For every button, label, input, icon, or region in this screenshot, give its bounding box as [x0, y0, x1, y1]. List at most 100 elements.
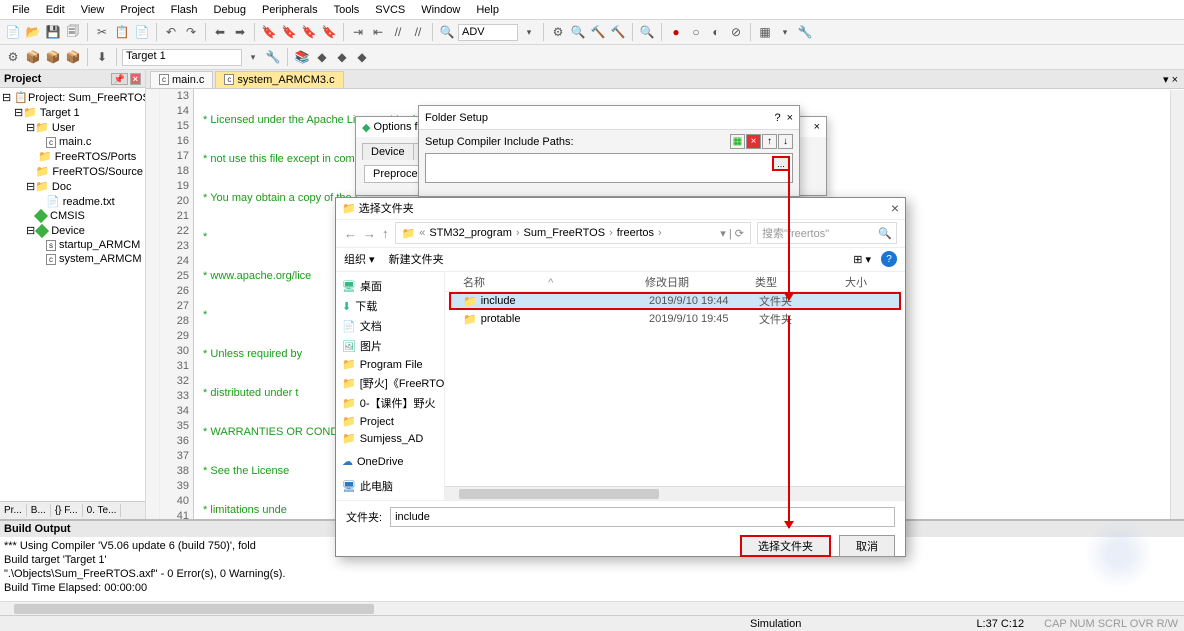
options-tab-device[interactable]: Device: [362, 143, 413, 160]
tab-books[interactable]: B...: [27, 504, 51, 517]
editor-close-icon[interactable]: ×: [1172, 74, 1178, 86]
tree-target[interactable]: ⊟ 📁Target 1: [2, 105, 143, 120]
record-icon[interactable]: ●: [667, 23, 685, 41]
bottom-scrollbar[interactable]: [0, 601, 1184, 615]
bookmark-next-icon[interactable]: 🔖: [280, 23, 298, 41]
menu-debug[interactable]: Debug: [206, 2, 254, 18]
bookmark-clear-icon[interactable]: 🔖: [320, 23, 338, 41]
tree-system[interactable]: csystem_ARMCM: [2, 252, 143, 266]
open-icon[interactable]: 📂: [24, 23, 42, 41]
options-icon[interactable]: 🔧: [264, 48, 282, 66]
breakpoint-clear-icon[interactable]: ⊘: [727, 23, 745, 41]
zoom-icon[interactable]: 🔍: [638, 23, 656, 41]
menu-svcs[interactable]: SVCS: [367, 2, 413, 18]
undo-icon[interactable]: ↶: [162, 23, 180, 41]
rebuild-icon[interactable]: 🔨: [609, 23, 627, 41]
side-yehuo[interactable]: 📁[野火]《FreeRTO: [336, 373, 444, 393]
tab-main-c[interactable]: cmain.c: [150, 71, 213, 88]
new-path-icon[interactable]: ▦: [730, 134, 745, 149]
breakpoint-disable-icon[interactable]: ◐: [707, 23, 725, 41]
move-up-icon[interactable]: ↑: [762, 134, 777, 149]
nav-back-icon[interactable]: ⬅: [211, 23, 229, 41]
target-dropdown-icon[interactable]: ▾: [244, 48, 262, 66]
rebuild-target-icon[interactable]: 📦: [44, 48, 62, 66]
window-dropdown-icon[interactable]: ▾: [776, 23, 794, 41]
translate-icon[interactable]: ⚙: [4, 48, 22, 66]
find-combo[interactable]: [458, 24, 518, 41]
books-icon[interactable]: ◆: [353, 48, 371, 66]
download-icon[interactable]: ⬇: [93, 48, 111, 66]
build-target-icon[interactable]: 📦: [24, 48, 42, 66]
select-folder-button[interactable]: 选择文件夹: [740, 535, 831, 557]
tab-system-armcm3[interactable]: csystem_ARMCM3.c: [215, 71, 343, 88]
breakpoint-icon[interactable]: ○: [687, 23, 705, 41]
side-project[interactable]: 📁Project: [336, 413, 444, 430]
configure-icon[interactable]: 🔧: [796, 23, 814, 41]
tree-source[interactable]: 📁FreeRTOS/Source: [2, 164, 143, 179]
indent-icon[interactable]: ⇥: [349, 23, 367, 41]
search-box[interactable]: 搜索"freertos" 🔍: [757, 222, 897, 244]
select-folder-close-icon[interactable]: ×: [891, 200, 899, 216]
build-icon[interactable]: 🔨: [589, 23, 607, 41]
saveall-icon[interactable]: 🗐: [64, 23, 82, 41]
target-combo[interactable]: Target 1: [122, 49, 242, 66]
tab-templates[interactable]: 0. Te...: [83, 504, 122, 517]
bookmark-prev-icon[interactable]: 🔖: [300, 23, 318, 41]
side-programfiles[interactable]: 📁Program File: [336, 356, 444, 373]
menu-peripherals[interactable]: Peripherals: [254, 2, 326, 18]
options-close-icon[interactable]: ×: [814, 121, 820, 133]
bookmark-icon[interactable]: 🔖: [260, 23, 278, 41]
rte-icon[interactable]: ◆: [333, 48, 351, 66]
new-folder-button[interactable]: 新建文件夹: [389, 251, 444, 267]
folder-setup-help-icon[interactable]: ?: [774, 112, 780, 124]
menu-file[interactable]: File: [4, 2, 38, 18]
organize-menu[interactable]: 组织 ▾: [344, 251, 375, 267]
side-yehuo2[interactable]: 📁0-【课件】野火: [336, 393, 444, 413]
folder-setup-close-icon[interactable]: ×: [787, 112, 793, 124]
manage-icon[interactable]: 📚: [293, 48, 311, 66]
panel-close-icon[interactable]: ×: [130, 73, 141, 85]
debug-icon[interactable]: 🔍: [569, 23, 587, 41]
address-bar[interactable]: 📁 « STM32_program› Sum_FreeRTOS› freerto…: [395, 222, 752, 244]
window-icon[interactable]: ▦: [756, 23, 774, 41]
side-downloads[interactable]: ⬇下载: [336, 296, 444, 316]
tree-readme[interactable]: 📄readme.txt: [2, 194, 143, 209]
tree-root[interactable]: ⊟ 📋 Project: Sum_FreeRTOS: [2, 90, 143, 105]
cancel-button[interactable]: 取消: [839, 535, 895, 557]
folder-row-protable[interactable]: 📁protable 2019/9/10 19:45 文件夹: [451, 310, 899, 328]
save-icon[interactable]: 💾: [44, 23, 62, 41]
pack-icon[interactable]: ◆: [313, 48, 331, 66]
copy-icon[interactable]: 📋: [113, 23, 131, 41]
nav-fwd-icon[interactable]: ➡: [231, 23, 249, 41]
list-hscroll[interactable]: [445, 486, 905, 500]
menu-edit[interactable]: Edit: [38, 2, 73, 18]
side-documents[interactable]: 📄文档: [336, 316, 444, 336]
tree-user[interactable]: ⊟ 📁User: [2, 120, 143, 135]
column-headers[interactable]: 名称 ^ 修改日期 类型 大小: [445, 272, 905, 292]
help-icon[interactable]: ?: [881, 251, 897, 267]
new-icon[interactable]: 📄: [4, 23, 22, 41]
paste-icon[interactable]: 📄: [133, 23, 151, 41]
delete-path-icon[interactable]: ×: [746, 134, 761, 149]
tree-doc[interactable]: ⊟ 📁Doc: [2, 179, 143, 194]
editor-menu-icon[interactable]: ▾: [1163, 74, 1169, 86]
browse-button[interactable]: ...: [772, 156, 790, 171]
side-thispc[interactable]: 🖥此电脑: [336, 476, 444, 496]
menu-tools[interactable]: Tools: [326, 2, 368, 18]
nav-forward-icon[interactable]: →: [363, 226, 376, 241]
nav-back-icon[interactable]: ←: [344, 226, 357, 241]
outdent-icon[interactable]: ⇤: [369, 23, 387, 41]
nav-up-icon[interactable]: ↑: [382, 226, 389, 241]
menu-view[interactable]: View: [73, 2, 113, 18]
tree-cmsis[interactable]: CMSIS: [2, 209, 143, 223]
side-onedrive[interactable]: ☁OneDrive: [336, 453, 444, 470]
comment-icon[interactable]: //: [389, 23, 407, 41]
menu-help[interactable]: Help: [468, 2, 507, 18]
side-desktop[interactable]: 🖥桌面: [336, 276, 444, 296]
find-dropdown-icon[interactable]: ▾: [520, 23, 538, 41]
tree-main-c[interactable]: cmain.c: [2, 135, 143, 149]
panel-pin-icon[interactable]: 📌: [111, 73, 128, 85]
editor-scrollbar[interactable]: [1170, 90, 1184, 519]
find-icon[interactable]: 🔍: [438, 23, 456, 41]
redo-icon[interactable]: ↷: [182, 23, 200, 41]
